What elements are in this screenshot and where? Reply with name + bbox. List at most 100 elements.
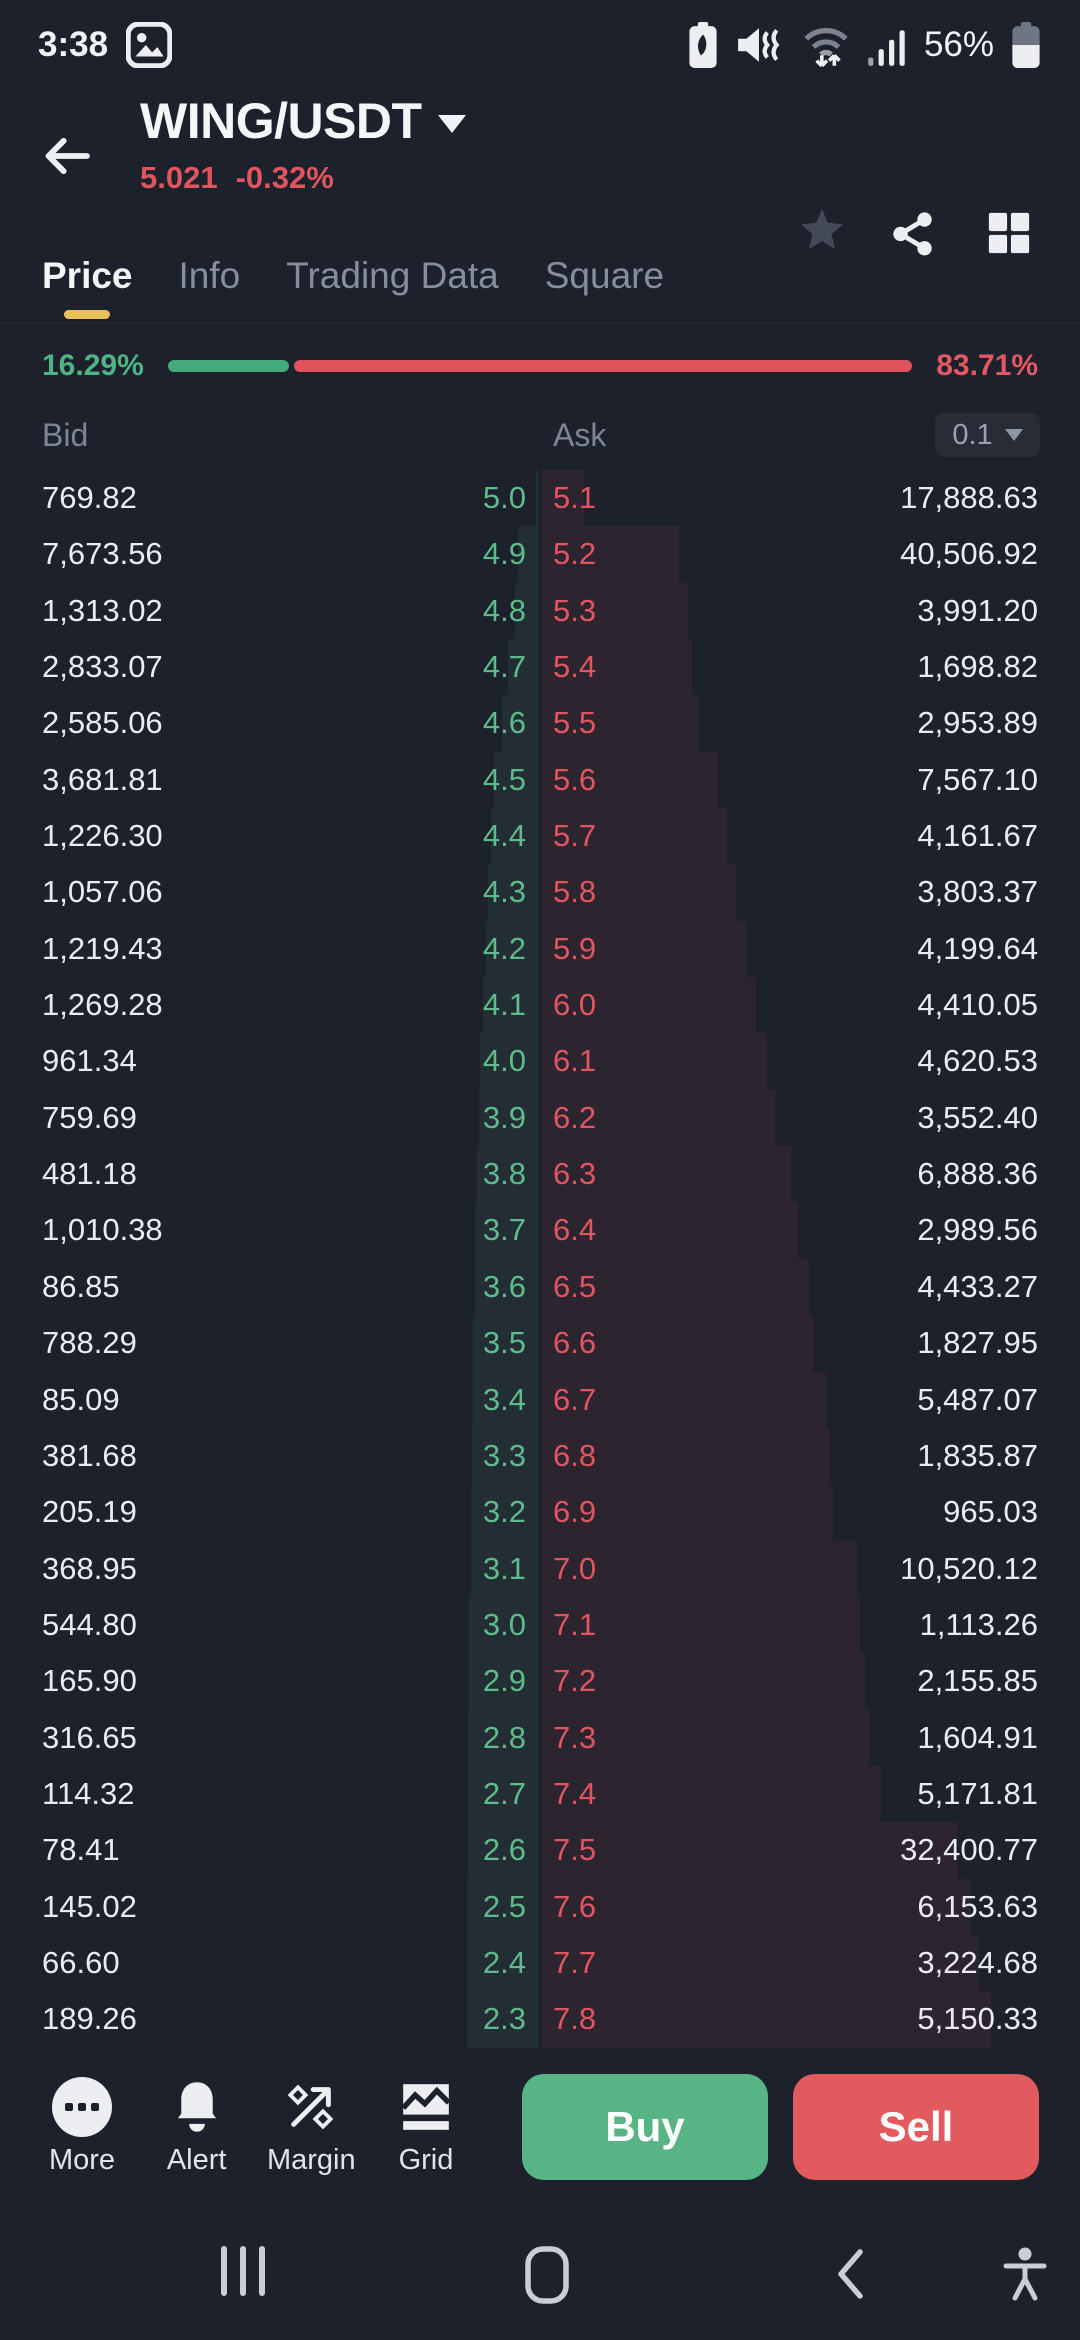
grid-trading-button[interactable]: Grid [372,2074,480,2177]
bid-price[interactable]: 3.8 [483,1146,526,1202]
ask-price[interactable]: 6.7 [553,1372,596,1428]
bid-price[interactable]: 3.6 [483,1259,526,1315]
recents-button[interactable] [221,2246,265,2296]
order-book-row[interactable]: 544.80 3.0 7.1 1,113.26 [0,1596,1080,1654]
order-book-row[interactable]: 1,219.43 4.2 5.9 4,199.64 [0,920,1080,978]
order-book-row[interactable]: 788.29 3.5 6.6 1,827.95 [0,1315,1080,1372]
ask-price[interactable]: 7.4 [553,1766,596,1822]
order-book-row[interactable]: 205.19 3.2 6.9 965.03 [0,1484,1080,1541]
bid-price[interactable]: 4.0 [483,1033,526,1089]
bid-price[interactable]: 4.4 [483,808,526,864]
order-book-row[interactable]: 759.69 3.9 6.2 3,552.40 [0,1089,1080,1147]
bid-price[interactable]: 3.4 [483,1372,526,1428]
bid-price[interactable]: 4.3 [483,864,526,920]
order-book-row[interactable]: 66.60 2.4 7.7 3,224.68 [0,1934,1080,1992]
tab-info[interactable]: Info [179,230,241,322]
ask-price[interactable]: 7.6 [553,1879,596,1935]
bid-price[interactable]: 4.8 [483,583,526,639]
ask-price[interactable]: 6.4 [553,1202,596,1258]
ask-price[interactable]: 7.0 [553,1541,596,1597]
order-book-row[interactable]: 114.32 2.7 7.4 5,171.81 [0,1765,1080,1823]
order-book-row[interactable]: 3,681.81 4.5 5.6 7,567.10 [0,751,1080,809]
order-book-row[interactable]: 961.34 4.0 6.1 4,620.53 [0,1033,1080,1090]
order-book-row[interactable]: 85.09 3.4 6.7 5,487.07 [0,1371,1080,1428]
ask-price[interactable]: 7.5 [553,1822,596,1878]
ask-price[interactable]: 5.7 [553,808,596,864]
order-book-row[interactable]: 86.85 3.6 6.5 4,433.27 [0,1258,1080,1316]
bid-price[interactable]: 4.2 [483,921,526,977]
ask-price[interactable]: 5.4 [553,639,596,695]
bid-price[interactable]: 5.0 [483,470,526,526]
ask-price[interactable]: 7.2 [553,1653,596,1709]
ask-price[interactable]: 6.6 [553,1315,596,1371]
bid-price[interactable]: 2.7 [483,1766,526,1822]
bid-price[interactable]: 2.8 [483,1710,526,1766]
ask-price[interactable]: 6.0 [553,977,596,1033]
order-book-row[interactable]: 481.18 3.8 6.3 6,888.36 [0,1146,1080,1203]
bid-price[interactable]: 3.0 [483,1597,526,1653]
order-book-row[interactable]: 1,010.38 3.7 6.4 2,989.56 [0,1202,1080,1259]
home-button[interactable] [525,2246,569,2304]
order-book-row[interactable]: 381.68 3.3 6.8 1,835.87 [0,1427,1080,1485]
bid-price[interactable]: 3.3 [483,1428,526,1484]
ask-price[interactable]: 6.8 [553,1428,596,1484]
bid-price[interactable]: 3.2 [483,1484,526,1540]
margin-button[interactable]: Margin [257,2074,365,2177]
ask-price[interactable]: 6.3 [553,1146,596,1202]
ask-price[interactable]: 6.2 [553,1090,596,1146]
order-book-row[interactable]: 1,313.02 4.8 5.3 3,991.20 [0,582,1080,640]
order-book-row[interactable]: 1,057.06 4.3 5.8 3,803.37 [0,864,1080,921]
tick-size-select[interactable]: 0.1 [935,413,1040,457]
bid-price[interactable]: 3.7 [483,1202,526,1258]
bid-price[interactable]: 4.5 [483,752,526,808]
order-book-row[interactable]: 165.90 2.9 7.2 2,155.85 [0,1653,1080,1710]
ask-price[interactable]: 6.5 [553,1259,596,1315]
bid-price[interactable]: 2.3 [483,1991,526,2047]
order-book-row[interactable]: 368.95 3.1 7.0 10,520.12 [0,1540,1080,1597]
order-book-row[interactable]: 2,585.06 4.6 5.5 2,953.89 [0,695,1080,752]
order-book-row[interactable]: 189.26 2.3 7.8 5,150.33 [0,1991,1080,2048]
bid-price[interactable]: 4.6 [483,695,526,751]
tab-price[interactable]: Price [42,230,133,322]
buy-button[interactable]: Buy [522,2074,768,2180]
bid-price[interactable]: 4.1 [483,977,526,1033]
tab-square[interactable]: Square [545,230,664,322]
more-button[interactable]: More [28,2074,136,2177]
tab-trading-data[interactable]: Trading Data [286,230,499,322]
bid-price[interactable]: 2.4 [483,1935,526,1991]
bid-price[interactable]: 4.9 [483,526,526,582]
bid-price[interactable]: 3.5 [483,1315,526,1371]
accessibility-button[interactable] [1002,2246,1048,2304]
bid-price[interactable]: 2.6 [483,1822,526,1878]
ask-price[interactable]: 7.1 [553,1597,596,1653]
bid-price[interactable]: 3.1 [483,1541,526,1597]
order-book-row[interactable]: 1,269.28 4.1 6.0 4,410.05 [0,977,1080,1034]
nav-back-button[interactable] [834,2246,866,2302]
bid-price[interactable]: 2.5 [483,1879,526,1935]
ask-price[interactable]: 7.8 [553,1991,596,2047]
ask-price[interactable]: 5.6 [553,752,596,808]
ask-price[interactable]: 5.2 [553,526,596,582]
bid-price[interactable]: 2.9 [483,1653,526,1709]
ask-price[interactable]: 7.3 [553,1710,596,1766]
order-book-row[interactable]: 78.41 2.6 7.5 32,400.77 [0,1822,1080,1879]
order-book-row[interactable]: 2,833.07 4.7 5.4 1,698.82 [0,639,1080,696]
ask-price[interactable]: 5.9 [553,921,596,977]
ask-price[interactable]: 5.3 [553,583,596,639]
ask-price[interactable]: 6.9 [553,1484,596,1540]
bid-price[interactable]: 4.7 [483,639,526,695]
order-book-row[interactable]: 316.65 2.8 7.3 1,604.91 [0,1709,1080,1766]
order-book-row[interactable]: 769.82 5.0 5.1 17,888.63 [0,470,1080,527]
ask-price[interactable]: 6.1 [553,1033,596,1089]
ask-price[interactable]: 5.5 [553,695,596,751]
alert-button[interactable]: Alert [143,2074,251,2177]
pair-selector[interactable]: WING/USDT [140,92,466,150]
back-button[interactable] [38,128,94,184]
order-book-row[interactable]: 7,673.56 4.9 5.2 40,506.92 [0,526,1080,583]
order-book-row[interactable]: 1,226.30 4.4 5.7 4,161.67 [0,808,1080,865]
ask-price[interactable]: 7.7 [553,1935,596,1991]
order-book-row[interactable]: 145.02 2.5 7.6 6,153.63 [0,1878,1080,1935]
sell-button[interactable]: Sell [793,2074,1039,2180]
ask-price[interactable]: 5.1 [553,470,596,526]
ask-price[interactable]: 5.8 [553,864,596,920]
